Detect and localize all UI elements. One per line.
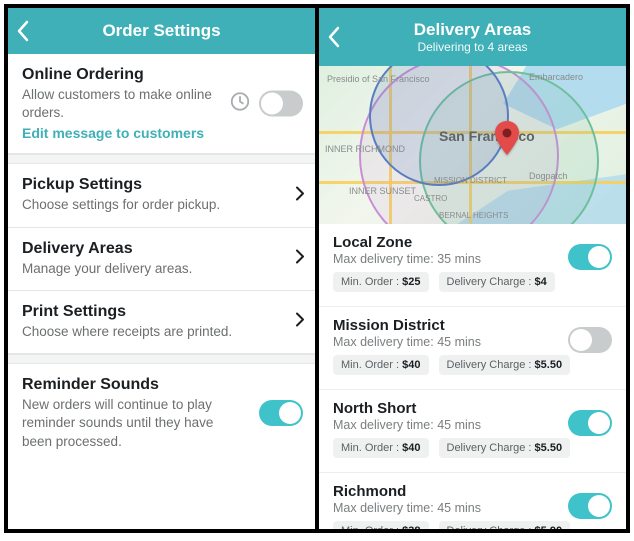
map-label: MISSION DISTRICT (434, 176, 507, 185)
chip-label: Delivery Charge : (447, 525, 532, 529)
chip-value: $40 (402, 359, 420, 371)
back-button[interactable] (327, 26, 341, 48)
chevron-right-icon (295, 248, 305, 269)
back-button[interactable] (16, 20, 30, 42)
chevron-right-icon (295, 185, 305, 206)
area-row: RichmondMax delivery time: 45 minsMin. O… (319, 473, 626, 529)
chip-value: $5.50 (535, 359, 563, 371)
chip-value: $5.50 (535, 442, 563, 454)
chip-value: $25 (402, 276, 420, 288)
map-label: Embarcadero (529, 72, 583, 82)
chip-label: Min. Order : (341, 359, 399, 371)
area-chips: Min. Order : $25 Delivery Charge : $4 (333, 272, 612, 292)
row-title: Online Ordering (22, 66, 301, 84)
chip-label: Min. Order : (341, 276, 399, 288)
delivery-charge-chip: Delivery Charge : $5.50 (439, 438, 571, 458)
min-order-chip: Min. Order : $40 (333, 438, 429, 458)
header-bar: Order Settings (8, 8, 315, 54)
online-ordering-toggle[interactable] (259, 91, 303, 117)
row-title: Pickup Settings (22, 176, 301, 194)
row-subtitle: Manage your delivery areas. (22, 260, 301, 278)
map-label: INNER SUNSET (349, 186, 416, 196)
reminder-sounds-toggle[interactable] (259, 400, 303, 426)
area-toggle[interactable] (568, 244, 612, 270)
areas-list: Local ZoneMax delivery time: 35 minsMin.… (319, 224, 626, 529)
chip-label: Delivery Charge : (447, 276, 532, 288)
min-order-chip: Min. Order : $25 (333, 272, 429, 292)
area-row: North ShortMax delivery time: 45 minsMin… (319, 390, 626, 468)
section-gap (8, 354, 315, 364)
page-title: Order Settings (18, 21, 305, 41)
map-label: CASTRO (414, 194, 447, 203)
min-order-chip: Min. Order : $40 (333, 355, 429, 375)
chip-label: Min. Order : (341, 442, 399, 454)
pickup-settings-row[interactable]: Pickup Settings Choose settings for orde… (8, 164, 315, 227)
chip-value: $4 (535, 276, 547, 288)
print-settings-row[interactable]: Print Settings Choose where receipts are… (8, 291, 315, 354)
coverage-map[interactable]: San Francisco Presidio of San Francisco … (319, 66, 626, 224)
edit-message-link[interactable]: Edit message to customers (22, 125, 301, 141)
map-label: BERNAL HEIGHTS (439, 211, 509, 220)
map-city-label: San Francisco (439, 128, 535, 144)
area-toggle[interactable] (568, 327, 612, 353)
map-label: INNER RICHMOND (325, 144, 405, 154)
chevron-right-icon (295, 311, 305, 332)
schedule-icon[interactable] (229, 90, 251, 117)
delivery-charge-chip: Delivery Charge : $5.90 (439, 521, 571, 529)
row-subtitle: Choose settings for order pickup. (22, 196, 301, 214)
settings-list: Online Ordering Allow customers to make … (8, 54, 315, 529)
page-title: Delivery Areas (414, 20, 532, 40)
reminder-sounds-row: Reminder Sounds New orders will continue… (8, 364, 315, 463)
delivery-charge-chip: Delivery Charge : $4 (439, 272, 555, 292)
page-subtitle: Delivering to 4 areas (417, 40, 527, 54)
chip-label: Delivery Charge : (447, 442, 532, 454)
area-chips: Min. Order : $38 Delivery Charge : $5.90 (333, 521, 612, 529)
row-title: Reminder Sounds (22, 376, 301, 394)
delivery-areas-row[interactable]: Delivery Areas Manage your delivery area… (8, 228, 315, 291)
min-order-chip: Min. Order : $38 (333, 521, 429, 529)
row-title: Delivery Areas (22, 240, 301, 258)
order-settings-screen: Order Settings Online Ordering Allow cus… (8, 8, 315, 529)
chip-value: $5.90 (535, 525, 563, 529)
map-pin-icon (494, 121, 520, 155)
delivery-charge-chip: Delivery Charge : $5.50 (439, 355, 571, 375)
chip-value: $40 (402, 442, 420, 454)
area-chips: Min. Order : $40 Delivery Charge : $5.50 (333, 355, 612, 375)
area-toggle[interactable] (568, 493, 612, 519)
delivery-areas-screen: Delivery Areas Delivering to 4 areas San… (315, 8, 626, 529)
chip-label: Delivery Charge : (447, 359, 532, 371)
online-ordering-row: Online Ordering Allow customers to make … (8, 54, 315, 154)
area-chips: Min. Order : $40 Delivery Charge : $5.50 (333, 438, 612, 458)
map-label: Presidio of San Francisco (327, 74, 430, 84)
chip-label: Min. Order : (341, 525, 399, 529)
area-toggle[interactable] (568, 410, 612, 436)
row-subtitle: Choose where receipts are printed. (22, 323, 301, 341)
area-row: Local ZoneMax delivery time: 35 minsMin.… (319, 224, 626, 302)
header-bar: Delivery Areas Delivering to 4 areas (319, 8, 626, 66)
map-label: Dogpatch (529, 171, 568, 181)
section-gap (8, 154, 315, 164)
row-title: Print Settings (22, 303, 301, 321)
area-row: Mission DistrictMax delivery time: 45 mi… (319, 307, 626, 385)
chip-value: $38 (402, 525, 420, 529)
